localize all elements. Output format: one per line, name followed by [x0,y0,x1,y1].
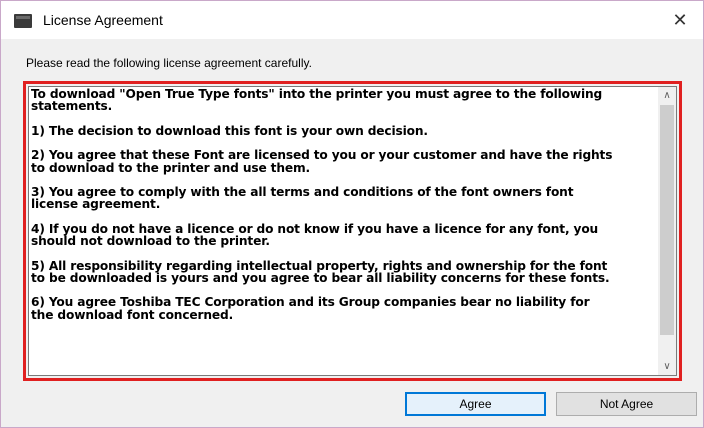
license-text: To download "Open True Type fonts" into … [31,88,654,333]
license-paragraph: 6) You agree Toshiba TEC Corporation and… [31,295,590,322]
scroll-down-icon[interactable]: ∨ [658,358,676,375]
app-icon [14,14,32,28]
highlight-frame: To download "Open True Type fonts" into … [23,81,682,381]
license-paragraph: To download "Open True Type fonts" into … [31,87,603,114]
license-paragraph: 5) All responsibility regarding intellec… [31,258,610,286]
license-paragraph: 2) You agree that these Font are license… [31,148,613,175]
license-paragraph: 4) If you do not have a licence or do no… [31,221,599,249]
scroll-thumb[interactable] [660,105,674,335]
close-button[interactable]: ✕ [657,1,703,39]
vertical-scrollbar[interactable]: ∧ ∨ [658,87,676,375]
title-bar: License Agreement ✕ [1,1,703,39]
agree-button[interactable]: Agree [405,392,546,416]
license-dialog: License Agreement ✕ Please read the foll… [0,0,704,428]
license-paragraph: 3) You agree to comply with the all term… [31,185,574,212]
instruction-text: Please read the following license agreem… [26,56,312,70]
license-paragraph: 1) The decision to download this font is… [31,123,428,138]
license-text-area[interactable]: To download "Open True Type fonts" into … [28,86,677,376]
window-title: License Agreement [43,12,163,28]
scroll-up-icon[interactable]: ∧ [658,87,676,104]
not-agree-button[interactable]: Not Agree [556,392,697,416]
